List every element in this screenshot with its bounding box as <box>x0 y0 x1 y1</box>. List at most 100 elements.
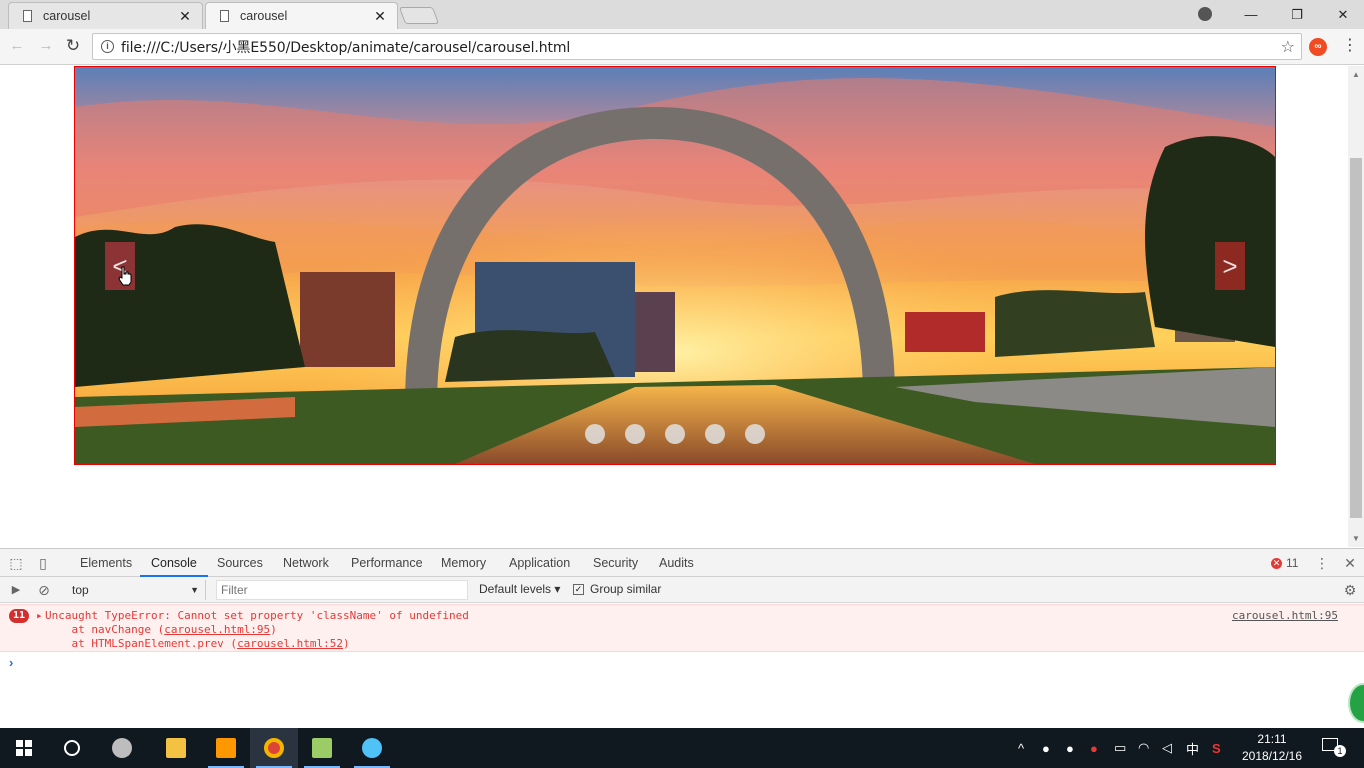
notepad-icon[interactable] <box>298 728 346 768</box>
group-similar-checkbox[interactable]: ✓ <box>573 583 584 595</box>
log-levels-dropdown[interactable]: Default levels ▾ <box>479 582 560 596</box>
settings-gear-icon[interactable]: ⚙ <box>1342 582 1358 598</box>
carousel-dot[interactable] <box>625 424 645 444</box>
clock-date: 2018/12/16 <box>1241 749 1303 763</box>
tab-memory[interactable]: Memory <box>441 549 486 577</box>
stack-link[interactable]: carousel.html:52 <box>237 637 343 650</box>
notification-count: 1 <box>1334 745 1346 757</box>
info-icon[interactable]: i <box>101 40 114 53</box>
tab-network[interactable]: Network <box>283 549 329 577</box>
tab-security[interactable]: Security <box>593 549 638 577</box>
ime-indicator[interactable]: 中 <box>1186 739 1202 758</box>
app-icon[interactable] <box>98 728 146 768</box>
sidebar-toggle-icon[interactable]: ▶ <box>8 582 24 598</box>
tab-title: carousel <box>240 9 288 23</box>
carousel-next-button[interactable]: > <box>1215 242 1245 290</box>
scroll-up-icon[interactable]: ▲ <box>1352 70 1360 79</box>
address-bar[interactable]: i file:///C:/Users/小黑E550/Desktop/animat… <box>92 33 1302 60</box>
stack-link[interactable]: carousel.html:95 <box>164 623 270 636</box>
console-filter-bar: ▶ ⊘ top ▼ Default levels ▾ ✓ Group simil… <box>0 577 1364 603</box>
tray-app-icon[interactable]: ● <box>1066 741 1080 756</box>
profile-icon[interactable] <box>1198 7 1212 21</box>
document-icon <box>23 10 32 22</box>
forward-arrow-icon[interactable]: → <box>37 37 55 55</box>
browser-menu-icon[interactable]: ⋮ <box>1342 37 1358 55</box>
error-repeat-count: 11 <box>9 609 30 623</box>
carousel-dot[interactable] <box>585 424 605 444</box>
chevron-up-icon[interactable]: ^ <box>1018 741 1032 756</box>
carousel-slide-image <box>75 67 1275 464</box>
qq-icon[interactable]: ● <box>1042 741 1056 756</box>
reload-icon[interactable]: ↻ <box>64 37 82 55</box>
tab-title: carousel <box>43 9 91 23</box>
new-tab-button[interactable] <box>398 7 440 24</box>
sublime-text-icon[interactable] <box>202 728 250 768</box>
tab-elements[interactable]: Elements <box>80 549 132 577</box>
file-explorer-icon[interactable] <box>152 728 200 768</box>
start-windows-icon[interactable] <box>0 728 48 768</box>
floating-widget-icon[interactable] <box>1348 683 1364 723</box>
tab-console[interactable]: Console <box>140 549 208 577</box>
windows-taskbar: ^ ● ● ● ▭ ◠ ◁ 中 S 21:11 2018/12/16 1 <box>0 728 1364 768</box>
close-tab-icon[interactable]: ✕ <box>373 8 387 25</box>
minimize-icon[interactable]: — <box>1228 0 1274 29</box>
tab-strip: carousel ✕ carousel ✕ — ❐ ✕ <box>0 0 1364 29</box>
browser-tab-1[interactable]: carousel ✕ <box>8 2 203 29</box>
tab-audits[interactable]: Audits <box>659 549 694 577</box>
restore-icon[interactable]: ❐ <box>1274 0 1320 29</box>
sogou-input-icon[interactable]: S <box>1212 741 1226 756</box>
log-levels-label: Default levels <box>479 582 552 596</box>
error-text: Uncaught TypeError: Cannot set property … <box>45 609 469 622</box>
page-scrollbar[interactable]: ▲ ▼ <box>1348 66 1364 547</box>
battery-icon[interactable]: ▭ <box>1114 740 1128 756</box>
devtools-menu-icon[interactable]: ⋮ <box>1314 555 1330 571</box>
console-prompt[interactable]: › <box>9 655 13 670</box>
context-selector[interactable]: top ▼ <box>66 580 206 600</box>
close-tab-icon[interactable]: ✕ <box>178 8 192 25</box>
inspect-element-icon[interactable]: ⬚ <box>8 555 24 571</box>
console-filter-input[interactable] <box>216 580 468 600</box>
stack-frame: at navChange (carousel.html:95) <box>45 623 277 636</box>
close-window-icon[interactable]: ✕ <box>1320 0 1364 29</box>
error-icon: ✕ <box>1271 557 1282 569</box>
close-devtools-icon[interactable]: ✕ <box>1342 555 1358 571</box>
error-count-badge[interactable]: ✕ 11 <box>1271 556 1298 570</box>
carousel-dot[interactable] <box>745 424 765 444</box>
devtools-tab-bar: ⬚ ▯ Elements Console Sources Network Per… <box>0 549 1364 577</box>
volume-icon[interactable]: ◁ <box>1162 740 1176 756</box>
stack-frame: at HTMLSpanElement.prev (carousel.html:5… <box>45 637 350 650</box>
tab-sources[interactable]: Sources <box>217 549 263 577</box>
scrollbar-thumb[interactable] <box>1350 158 1362 518</box>
expand-triangle-icon[interactable]: ▸ <box>36 609 43 622</box>
tab-application[interactable]: Application <box>509 549 570 577</box>
url-text[interactable]: file:///C:/Users/小黑E550/Desktop/animate/… <box>121 37 570 57</box>
back-arrow-icon[interactable]: ← <box>8 37 26 55</box>
group-similar-toggle[interactable]: ✓ Group similar <box>573 582 661 596</box>
browser-tab-2[interactable]: carousel ✕ <box>205 2 398 29</box>
carousel: < > <box>74 66 1276 465</box>
system-tray: ^ ● ● ● ▭ ◠ ◁ 中 S <box>1018 728 1226 768</box>
document-icon <box>220 10 229 22</box>
chrome-icon[interactable] <box>250 728 298 768</box>
wifi-icon[interactable]: ◠ <box>1138 740 1152 756</box>
scroll-down-icon[interactable]: ▼ <box>1352 534 1360 543</box>
hand-cursor-icon <box>118 266 132 286</box>
chevron-down-icon: ▾ <box>554 582 561 596</box>
search-circle-icon[interactable] <box>48 728 96 768</box>
bookmark-star-icon[interactable]: ☆ <box>1281 37 1295 57</box>
antivirus-icon[interactable]: ● <box>1090 741 1104 756</box>
carousel-dot[interactable] <box>705 424 725 444</box>
clock-time: 21:11 <box>1257 732 1287 746</box>
extension-icon[interactable]: ∞ <box>1309 38 1327 56</box>
browser-toolbar: ← → ↻ i file:///C:/Users/小黑E550/Desktop/… <box>0 29 1364 65</box>
paint-icon[interactable] <box>348 728 396 768</box>
clear-console-icon[interactable]: ⊘ <box>36 582 52 598</box>
taskbar-clock[interactable]: 21:11 2018/12/16 <box>1240 731 1304 765</box>
carousel-dot[interactable] <box>665 424 685 444</box>
device-toolbar-icon[interactable]: ▯ <box>35 555 51 571</box>
console-error-message: 11 ▸ Uncaught TypeError: Cannot set prop… <box>0 604 1364 652</box>
error-count: 11 <box>1286 556 1299 570</box>
action-center-icon[interactable]: 1 <box>1322 738 1346 758</box>
tab-performance[interactable]: Performance <box>351 549 423 577</box>
error-source-link[interactable]: carousel.html:95 <box>1232 609 1338 622</box>
